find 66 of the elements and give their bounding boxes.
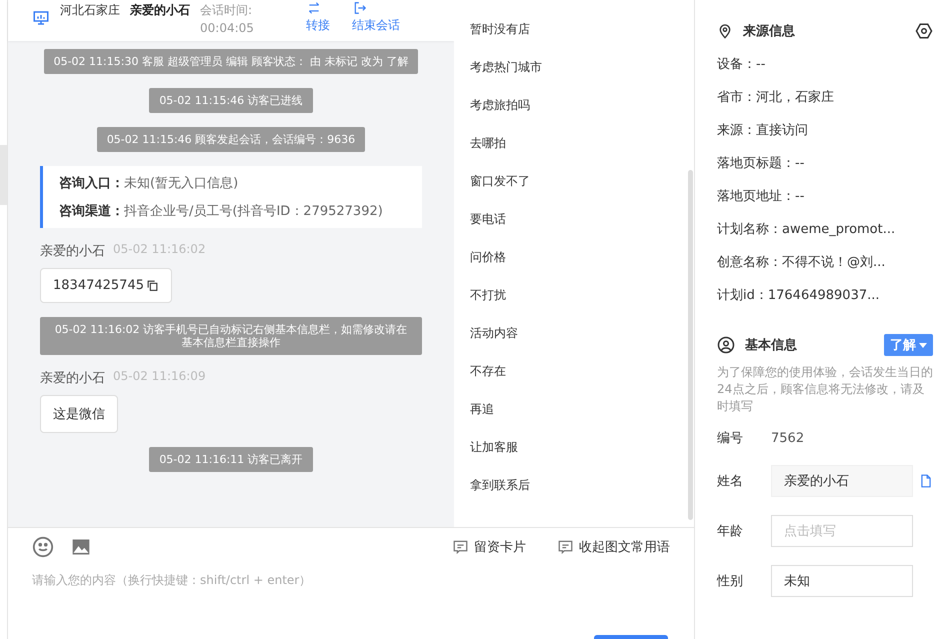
source-field: 计划名称：aweme_promot... — [717, 220, 933, 238]
source-field: 创意名称：不得不说！@刘... — [717, 253, 933, 271]
end-session-button[interactable]: 结束会话 — [346, 1, 406, 34]
quick-reply-item[interactable]: 暂时没有店 — [470, 20, 542, 38]
composer-action[interactable]: 收起图文常用语 — [558, 538, 670, 556]
source-field: 落地页地址：-- — [717, 187, 933, 205]
message-time: 05-02 11:16:02 — [113, 242, 206, 258]
caret-icon — [919, 342, 927, 348]
source-field: 落地页标题：-- — [717, 154, 933, 172]
source-field: 省市：河北，石家庄 — [717, 88, 933, 106]
message-bubble: 18347425745 — [40, 268, 172, 303]
exit-icon — [352, 1, 368, 15]
input-field[interactable]: 点击填写 — [771, 515, 913, 547]
quick-reply-item[interactable]: 拿到联系后 — [470, 476, 542, 494]
inquiry-line: 咨询入口：未知(暂无入口信息) — [59, 174, 240, 192]
composer-action[interactable]: 留资卡片 — [453, 538, 526, 556]
sender-name: 亲爱的小石 — [40, 370, 105, 387]
smiley-icon[interactable] — [32, 536, 54, 558]
transfer-button[interactable]: 转接 — [300, 1, 336, 34]
location-pin-icon — [717, 23, 733, 39]
section-title: 基本信息 — [745, 337, 798, 354]
notice-text: 为了保障您的使用体验，会话发生当日的24点之后，顾客信息将无法修改，请及时填写 — [717, 364, 933, 415]
quick-reply-item[interactable]: 去哪拍 — [470, 134, 542, 152]
source-field: 设备：-- — [717, 55, 933, 73]
message-time: 05-02 11:16:09 — [113, 369, 206, 385]
copy-icon[interactable] — [146, 279, 159, 292]
user-circle-icon — [717, 336, 735, 354]
system-notice: 05-02 11:15:46 顾客发起会话，会话编号：9636 — [96, 127, 366, 152]
field-label: 年龄 — [717, 523, 744, 540]
name-field[interactable]: 亲爱的小石 — [771, 465, 913, 497]
quick-reply-item[interactable]: 不打扰 — [470, 286, 542, 304]
message-box-icon — [558, 540, 573, 554]
swap-arrows-icon — [306, 1, 322, 15]
visitor-name: 亲爱的小石 — [130, 2, 190, 19]
quick-reply-item[interactable]: 考虑旅拍吗 — [470, 96, 542, 114]
field-value: 7562 — [771, 430, 804, 446]
system-notice: 05-02 11:15:46 访客已进线 — [149, 88, 313, 113]
scrollbar[interactable] — [688, 170, 693, 520]
settings-icon[interactable] — [915, 22, 933, 40]
field-label: 编号 — [717, 430, 744, 447]
section-title: 来源信息 — [743, 23, 796, 40]
field-label: 性别 — [717, 573, 744, 590]
quick-reply-item[interactable]: 活动内容 — [470, 324, 542, 342]
sender-name: 亲爱的小石 — [40, 243, 105, 260]
monitor-icon — [32, 9, 50, 27]
system-notice: 05-02 11:15:30 客服 超级管理员 编辑 顾客状态： 由 未标记 改为 了解 — [44, 49, 418, 74]
field-label: 姓名 — [717, 473, 744, 490]
quick-reply-item[interactable]: 要电话 — [470, 210, 542, 228]
image-icon[interactable] — [70, 537, 92, 557]
input-field[interactable]: 未知 — [771, 565, 913, 597]
quick-reply-item[interactable]: 窗口发不了 — [470, 172, 542, 190]
source-field: 计划id：176464989037... — [717, 286, 933, 304]
quick-reply-item[interactable]: 考虑热门城市 — [470, 58, 542, 76]
message-box-icon — [453, 540, 468, 554]
quick-reply-item[interactable]: 再追 — [470, 400, 542, 418]
quick-reply-item[interactable]: 问价格 — [470, 248, 542, 266]
system-notice: 05-02 11:16:11 访客已离开 — [149, 447, 313, 472]
visitor-location: 河北石家庄 — [60, 2, 120, 19]
quick-reply-item[interactable]: 让加客服 — [470, 438, 542, 456]
system-notice: 05-02 11:16:02 访客手机号已自动标记右侧基本信息栏，如需修改请在基本信息栏直接操作 — [40, 317, 422, 355]
quick-reply-item[interactable]: 不存在 — [470, 362, 542, 380]
inquiry-line: 咨询渠道：抖音企业号/员工号(抖音号ID：279527392) — [59, 202, 384, 220]
source-field: 来源：直接访问 — [717, 121, 933, 139]
session-time: 会话时间: 00:04:05 — [200, 2, 255, 37]
message-bubble: 这是微信 — [40, 395, 118, 433]
document-icon[interactable] — [919, 473, 933, 489]
